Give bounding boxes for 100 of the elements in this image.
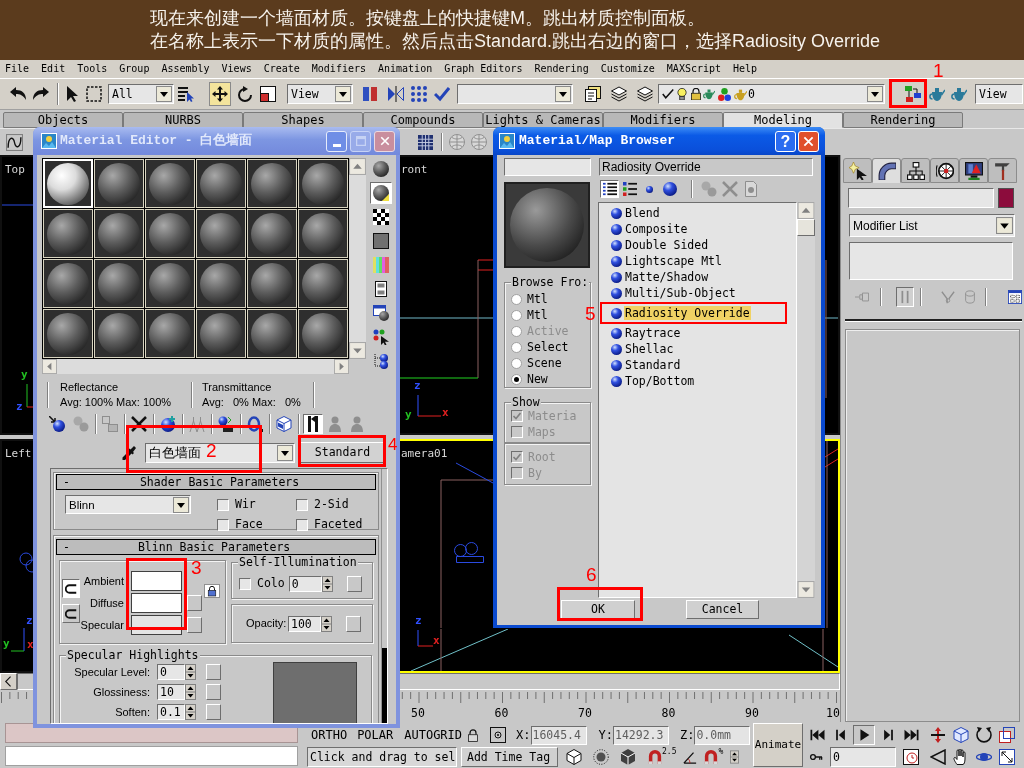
spinner-arrows-icon[interactable]: [185, 684, 196, 700]
windows-icon[interactable]: [999, 726, 1015, 743]
sample-slot[interactable]: [43, 309, 93, 358]
close-button[interactable]: [374, 130, 395, 152]
list-item[interactable]: Shellac: [624, 342, 675, 356]
map-button[interactable]: [346, 615, 361, 632]
menu-item[interactable]: Group: [119, 63, 150, 75]
list-item[interactable]: Double Sided: [624, 238, 710, 252]
menu-item[interactable]: Views: [221, 63, 252, 75]
side-tool-button[interactable]: [370, 230, 392, 252]
checkbox[interactable]: [296, 518, 308, 531]
sample-slot[interactable]: [247, 159, 297, 208]
sample-slot[interactable]: [196, 309, 246, 358]
checkbox[interactable]: [296, 498, 308, 511]
radio-button[interactable]: [511, 341, 522, 353]
checkbox[interactable]: [239, 577, 251, 590]
bars-icon[interactable]: [362, 86, 378, 102]
view-mode-button[interactable]: [620, 180, 639, 198]
menu-item[interactable]: Graph Editors: [444, 63, 523, 75]
panel-tab[interactable]: [872, 158, 901, 183]
sample-slot[interactable]: [94, 159, 144, 208]
map-button[interactable]: [206, 664, 221, 680]
menu-item[interactable]: Help: [733, 63, 758, 75]
lock-icon[interactable]: [207, 585, 217, 597]
opacity-field[interactable]: 100: [288, 615, 321, 632]
modifier-stack-list[interactable]: [849, 242, 1013, 280]
menu-item[interactable]: Animation: [378, 63, 433, 75]
cube-icon[interactable]: [566, 748, 582, 765]
spinner-arrows-icon[interactable]: [185, 664, 196, 680]
add-time-tag-button[interactable]: Add Time Tag: [461, 746, 558, 767]
step-forward-icon[interactable]: [881, 727, 896, 742]
side-tool-button[interactable]: [370, 158, 392, 180]
step-back-icon[interactable]: [833, 727, 848, 742]
list-item[interactable]: Lightscape Mtl: [624, 254, 723, 268]
radio-button[interactable]: [511, 309, 522, 321]
list-item[interactable]: Blend: [624, 206, 661, 220]
scroll-thumb[interactable]: [382, 648, 387, 723]
side-tool-button[interactable]: [370, 206, 392, 228]
view-mode-button[interactable]: [600, 180, 619, 198]
help-button[interactable]: ?: [775, 130, 796, 152]
radio-button[interactable]: [511, 373, 522, 385]
sample-slot[interactable]: [94, 309, 144, 358]
sheets-icon[interactable]: [585, 86, 601, 102]
menu-item[interactable]: Create: [263, 63, 300, 75]
color-swatch[interactable]: [998, 188, 1014, 208]
skip-back-icon[interactable]: [810, 727, 825, 742]
cube-icon[interactable]: [620, 748, 636, 765]
side-tool-button[interactable]: [370, 302, 392, 324]
sample-slot[interactable]: [298, 209, 348, 258]
panel-tab[interactable]: Modifiers: [603, 112, 723, 128]
object-name-field[interactable]: [848, 188, 994, 208]
sample-slot[interactable]: [196, 159, 246, 208]
dotted-circle-icon[interactable]: [593, 748, 609, 765]
map-button[interactable]: [206, 684, 221, 700]
color-swatch[interactable]: [131, 593, 182, 613]
sample-slot[interactable]: [43, 209, 93, 258]
radio-button[interactable]: [511, 293, 522, 305]
sample-slot[interactable]: [298, 159, 348, 208]
list-item[interactable]: Standard: [624, 358, 682, 372]
panel-tab[interactable]: NURBS: [123, 112, 243, 128]
panel-tab[interactable]: Shapes: [243, 112, 363, 128]
teapot-icon[interactable]: [929, 86, 945, 102]
sample-slot[interactable]: [94, 259, 144, 308]
sample-slot[interactable]: [145, 259, 195, 308]
scroll-thumb[interactable]: [797, 219, 815, 236]
rollout-header[interactable]: - Shader Basic Parameters: [56, 474, 376, 490]
spinner-arrows-icon[interactable]: [730, 749, 740, 764]
hand-icon[interactable]: [953, 748, 969, 765]
modifier-list-dropdown[interactable]: Modifier List: [849, 214, 1015, 237]
color-swatch[interactable]: [131, 571, 182, 591]
color-link-button[interactable]: [62, 579, 80, 598]
viewport-dropdown[interactable]: View: [975, 84, 1023, 104]
spinner-arrows-icon[interactable]: [321, 615, 332, 632]
sample-slot[interactable]: [196, 259, 246, 308]
value-field[interactable]: 0.1: [157, 704, 185, 720]
curve-icon[interactable]: [6, 133, 23, 151]
menu-item[interactable]: MAXScript: [666, 63, 722, 75]
panel-tab[interactable]: Rendering: [843, 112, 963, 128]
sample-slot[interactable]: [247, 209, 297, 258]
panel-tab[interactable]: [959, 158, 988, 183]
magnet-icon[interactable]: [704, 749, 719, 764]
named-selection-dropdown[interactable]: [457, 84, 573, 104]
list-item[interactable]: Raytrace: [624, 326, 682, 340]
magnet-icon[interactable]: [648, 749, 662, 764]
dashed-square-icon[interactable]: [86, 86, 102, 102]
drawing-aid-toggle[interactable]: ORTHO: [311, 728, 348, 742]
selection-filter-dropdown[interactable]: All: [108, 84, 174, 104]
skip-forward-icon[interactable]: [904, 727, 919, 742]
shader-dropdown[interactable]: Blinn: [65, 495, 191, 514]
checkbox[interactable]: [217, 518, 229, 531]
panel-tab[interactable]: Compounds: [363, 112, 483, 128]
menu-item[interactable]: Tools: [77, 63, 108, 75]
dots-icon[interactable]: [411, 86, 427, 102]
sample-slot[interactable]: [298, 309, 348, 358]
time-slider-back-button[interactable]: [0, 673, 17, 690]
scrollbar[interactable]: [349, 158, 366, 359]
play-icon[interactable]: [857, 727, 871, 742]
layers-icon[interactable]: [637, 86, 653, 102]
coordinate-field[interactable]: 14292.3: [612, 725, 669, 745]
menu-item[interactable]: File: [5, 63, 30, 75]
